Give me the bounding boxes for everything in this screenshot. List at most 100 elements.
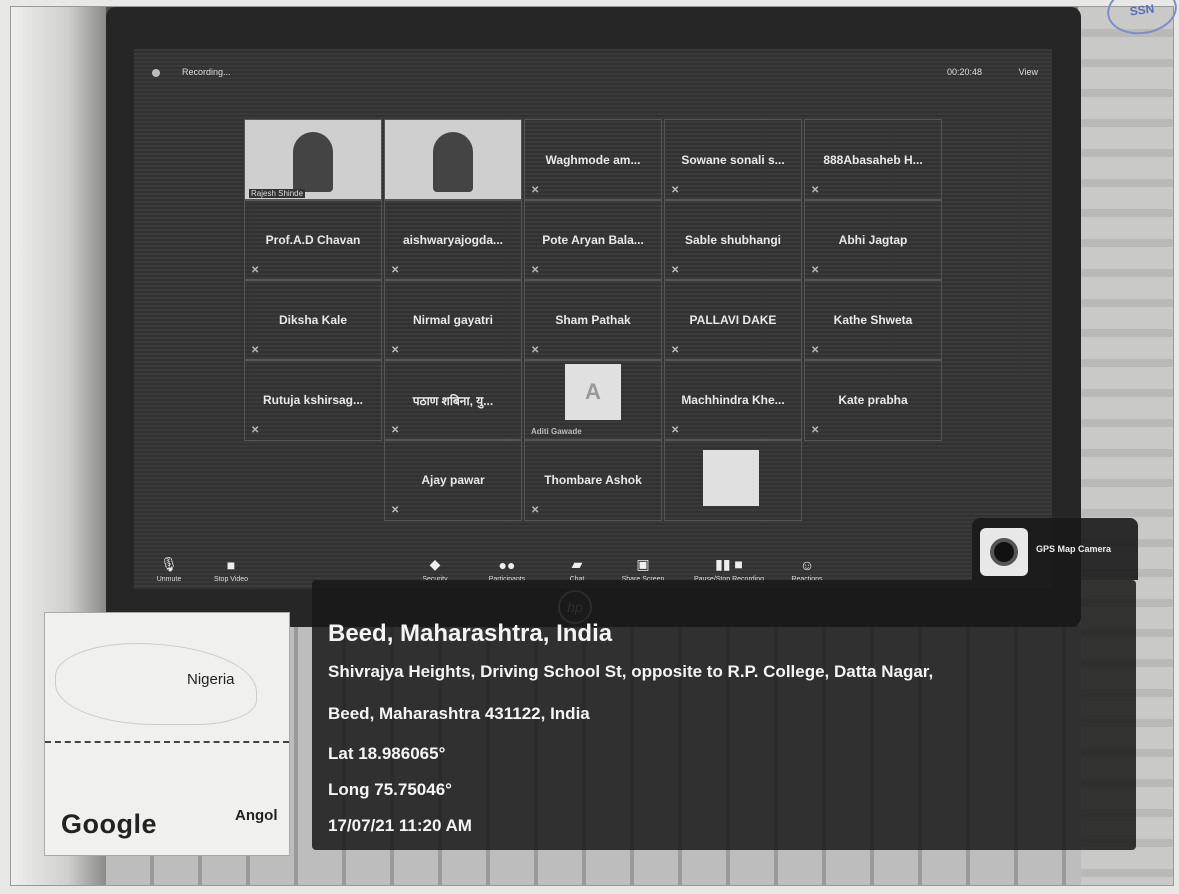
participant-tile[interactable]: Kate prabha ✕ — [804, 359, 942, 441]
recording-icon: ▮▮ ■ — [715, 556, 743, 572]
participant-name: PALLAVI DAKE — [689, 313, 777, 327]
meeting-screen: Recording... 00:20:48 View Rajesh Shinde… — [134, 49, 1052, 589]
muted-mic-icon: ✕ — [391, 345, 400, 356]
unmute-button[interactable]: 🎙 Unmute — [134, 556, 204, 583]
participant-name: Kathe Shweta — [833, 313, 913, 327]
participant-tile[interactable]: 888Abasaheb H... ✕ — [804, 119, 942, 201]
participant-avatar — [703, 450, 759, 506]
toolbar-label: Stop Video — [213, 576, 249, 583]
participant-tile[interactable]: Sowane sonali s... ✕ — [664, 119, 802, 201]
reactions-icon: ☺ — [799, 557, 815, 573]
muted-mic-icon: ✕ — [531, 185, 540, 196]
chat-button[interactable]: ▰ Chat — [542, 556, 612, 583]
location-latitude: Lat 18.986065° — [328, 744, 446, 763]
participant-name: Pote Aryan Bala... — [542, 233, 644, 247]
map-label-angola: Angol — [235, 807, 278, 824]
muted-mic-icon: ✕ — [391, 505, 400, 516]
muted-mic-icon: ✕ — [531, 265, 540, 276]
participant-grid: Rajesh Shinde Waghmode am... ✕ Sowane so… — [244, 119, 944, 521]
map-thumbnail: Nigeria Angol Google — [44, 612, 290, 856]
participant-tile[interactable]: aishwaryajogda... ✕ — [384, 199, 522, 281]
meeting-timer: 00:20:48 — [946, 67, 982, 77]
participant-caption: Aditi Gawade — [531, 427, 582, 436]
participant-tile[interactable]: Ajay pawar ✕ — [384, 439, 522, 521]
participant-tile[interactable]: Nirmal gayatri ✕ — [384, 279, 522, 361]
participant-name: Machhindra Khe... — [681, 393, 785, 407]
participant-name: aishwaryajogda... — [402, 233, 504, 247]
camera-icon — [980, 528, 1028, 576]
participant-video-tile[interactable] — [384, 119, 522, 201]
muted-mic-icon: ✕ — [811, 265, 820, 276]
location-info-card: Beed, Maharashtra, India Shivrajya Heigh… — [312, 580, 1136, 850]
participant-name: पठाण शबिना, यु... — [412, 393, 494, 408]
muted-mic-icon: ✕ — [811, 425, 820, 436]
muted-mic-icon: ✕ — [251, 265, 260, 276]
participant-name: Diksha Kale — [278, 313, 348, 327]
participant-tile[interactable]: A Aditi Gawade — [524, 359, 662, 441]
muted-mic-icon: ✕ — [671, 185, 680, 196]
muted-mic-icon: ✕ — [671, 425, 680, 436]
participant-tile[interactable]: Rutuja kshirsag... ✕ — [244, 359, 382, 441]
muted-mic-icon: ✕ — [391, 265, 400, 276]
participant-name: Abhi Jagtap — [838, 233, 908, 247]
participant-tile[interactable]: Sable shubhangi ✕ — [664, 199, 802, 281]
muted-mic-icon: ✕ — [531, 505, 540, 516]
map-label-nigeria: Nigeria — [187, 671, 235, 688]
microphone-icon: 🎙 — [160, 556, 178, 572]
participant-name: Sowane sonali s... — [681, 153, 785, 167]
share-screen-icon: ▣ — [636, 556, 650, 572]
recording-icon — [152, 69, 160, 77]
participant-tile[interactable]: Thombare Ashok ✕ — [524, 439, 662, 521]
participant-tile[interactable]: Waghmode am... ✕ — [524, 119, 662, 201]
google-logo: Google — [61, 809, 157, 839]
location-address-line1: Shivrajya Heights, Driving School St, op… — [328, 662, 934, 681]
participant-avatar: A — [565, 364, 621, 420]
participant-tile[interactable]: Pote Aryan Bala... ✕ — [524, 199, 662, 281]
muted-mic-icon: ✕ — [811, 185, 820, 196]
muted-mic-icon: ✕ — [251, 425, 260, 436]
participant-tile[interactable]: Prof.A.D Chavan ✕ — [244, 199, 382, 281]
participant-tile[interactable]: PALLAVI DAKE ✕ — [664, 279, 802, 361]
share-screen-button[interactable]: ▣ Share Screen — [608, 556, 678, 583]
chat-icon: ▰ — [571, 556, 583, 572]
gps-app-badge: GPS Map Camera — [972, 518, 1138, 580]
participant-tile[interactable] — [664, 439, 802, 521]
participant-name: Nirmal gayatri — [412, 313, 494, 327]
participant-video-tile[interactable]: Rajesh Shinde — [244, 119, 382, 201]
participant-tile[interactable]: Abhi Jagtap ✕ — [804, 199, 942, 281]
participant-name: Thombare Ashok — [544, 473, 642, 487]
stop-video-button[interactable]: ■ Stop Video — [196, 557, 266, 583]
participant-tile[interactable]: Kathe Shweta ✕ — [804, 279, 942, 361]
gps-app-name: GPS Map Camera — [1036, 544, 1112, 554]
view-button[interactable]: View — [1019, 67, 1038, 77]
shield-icon: ◆ — [429, 556, 441, 572]
toolbar-label: Unmute — [156, 576, 182, 583]
location-address-line2: Beed, Maharashtra 431122, India — [328, 704, 590, 723]
participant-video — [293, 132, 333, 192]
participant-name: Waghmode am... — [545, 153, 641, 167]
participant-tile[interactable]: Diksha Kale ✕ — [244, 279, 382, 361]
participant-name: Rutuja kshirsag... — [262, 393, 364, 407]
laptop-screen-bezel: Recording... 00:20:48 View Rajesh Shinde… — [106, 7, 1081, 627]
participant-tile[interactable]: Machhindra Khe... ✕ — [664, 359, 802, 441]
recording-label: Recording... — [182, 67, 231, 77]
security-button[interactable]: ◆ Security — [400, 556, 470, 583]
meeting-topbar: Recording... 00:20:48 View — [134, 61, 1052, 85]
location-datetime: 17/07/21 11:20 AM — [328, 816, 472, 835]
map-border-line — [45, 741, 289, 743]
participant-tile[interactable]: पठाण शबिना, यु... ✕ — [384, 359, 522, 441]
participant-tile[interactable]: Sham Pathak ✕ — [524, 279, 662, 361]
participants-icon: ●● — [498, 557, 516, 573]
pause-stop-recording-button[interactable]: ▮▮ ■ Pause/Stop Recording — [684, 556, 774, 583]
muted-mic-icon: ✕ — [811, 345, 820, 356]
participant-video — [433, 132, 473, 192]
muted-mic-icon: ✕ — [391, 425, 400, 436]
muted-mic-icon: ✕ — [671, 265, 680, 276]
participant-name: 888Abasaheb H... — [823, 153, 923, 167]
participant-name: Ajay pawar — [421, 473, 485, 487]
muted-mic-icon: ✕ — [671, 345, 680, 356]
participant-name: Kate prabha — [838, 393, 908, 407]
video-camera-icon: ■ — [226, 557, 236, 573]
muted-mic-icon: ✕ — [531, 345, 540, 356]
location-city: Beed, Maharashtra, India — [328, 620, 613, 647]
